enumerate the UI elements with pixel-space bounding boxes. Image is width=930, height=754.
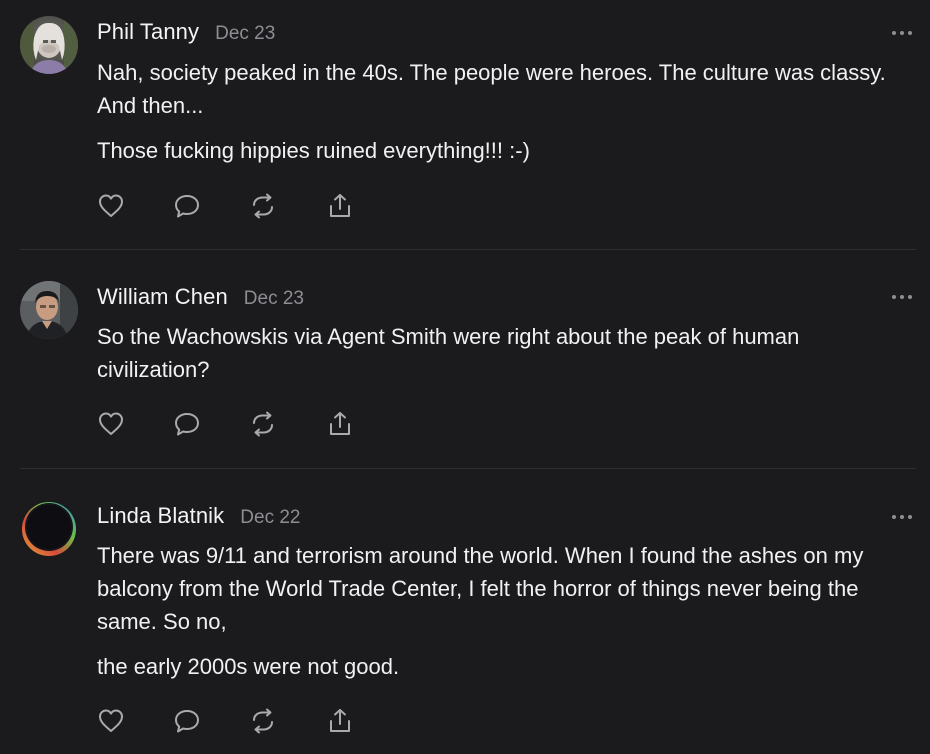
comment-body: There was 9/11 and terrorism around the …	[97, 539, 912, 683]
heart-icon[interactable]	[96, 191, 126, 221]
comment-paragraph: Nah, society peaked in the 40s. The peop…	[97, 60, 886, 118]
comment-actions	[96, 706, 376, 736]
comment-paragraph: There was 9/11 and terrorism around the …	[97, 543, 864, 634]
more-options-icon[interactable]	[892, 293, 912, 301]
comment-paragraph: So the Wachowskis via Agent Smith were r…	[97, 324, 800, 382]
more-options-icon[interactable]	[892, 29, 912, 37]
comment-icon[interactable]	[172, 706, 202, 736]
comment-body: So the Wachowskis via Agent Smith were r…	[97, 320, 912, 386]
comment-date[interactable]: Dec 22	[240, 507, 300, 529]
comment-header: William Chen Dec 23	[97, 284, 304, 314]
share-icon[interactable]	[325, 706, 355, 736]
comment-actions	[96, 191, 376, 221]
avatar[interactable]	[20, 500, 78, 558]
comment-date[interactable]: Dec 23	[215, 23, 275, 45]
avatar[interactable]	[20, 281, 78, 339]
author-name[interactable]: William Chen	[97, 284, 228, 310]
heart-icon[interactable]	[96, 409, 126, 439]
comment-actions	[96, 409, 376, 439]
avatar[interactable]	[20, 16, 78, 74]
comment-paragraph: Those fucking hippies ruined everything!…	[97, 138, 530, 163]
comment-paragraph: the early 2000s were not good.	[97, 654, 400, 679]
heart-icon[interactable]	[96, 706, 126, 736]
comment-feed: Phil Tanny Dec 23 Nah, society peaked in…	[0, 0, 930, 754]
comment-header: Linda Blatnik Dec 22	[97, 503, 300, 533]
author-name[interactable]: Phil Tanny	[97, 19, 199, 45]
comment-icon[interactable]	[172, 409, 202, 439]
share-icon[interactable]	[325, 409, 355, 439]
restack-icon[interactable]	[248, 191, 278, 221]
comment-date[interactable]: Dec 23	[244, 288, 304, 310]
share-icon[interactable]	[325, 191, 355, 221]
restack-icon[interactable]	[248, 409, 278, 439]
comment-body: Nah, society peaked in the 40s. The peop…	[97, 56, 912, 167]
more-options-icon[interactable]	[892, 513, 912, 521]
comment-icon[interactable]	[172, 191, 202, 221]
author-name[interactable]: Linda Blatnik	[97, 503, 224, 529]
comment-header: Phil Tanny Dec 23	[97, 19, 275, 49]
restack-icon[interactable]	[248, 706, 278, 736]
